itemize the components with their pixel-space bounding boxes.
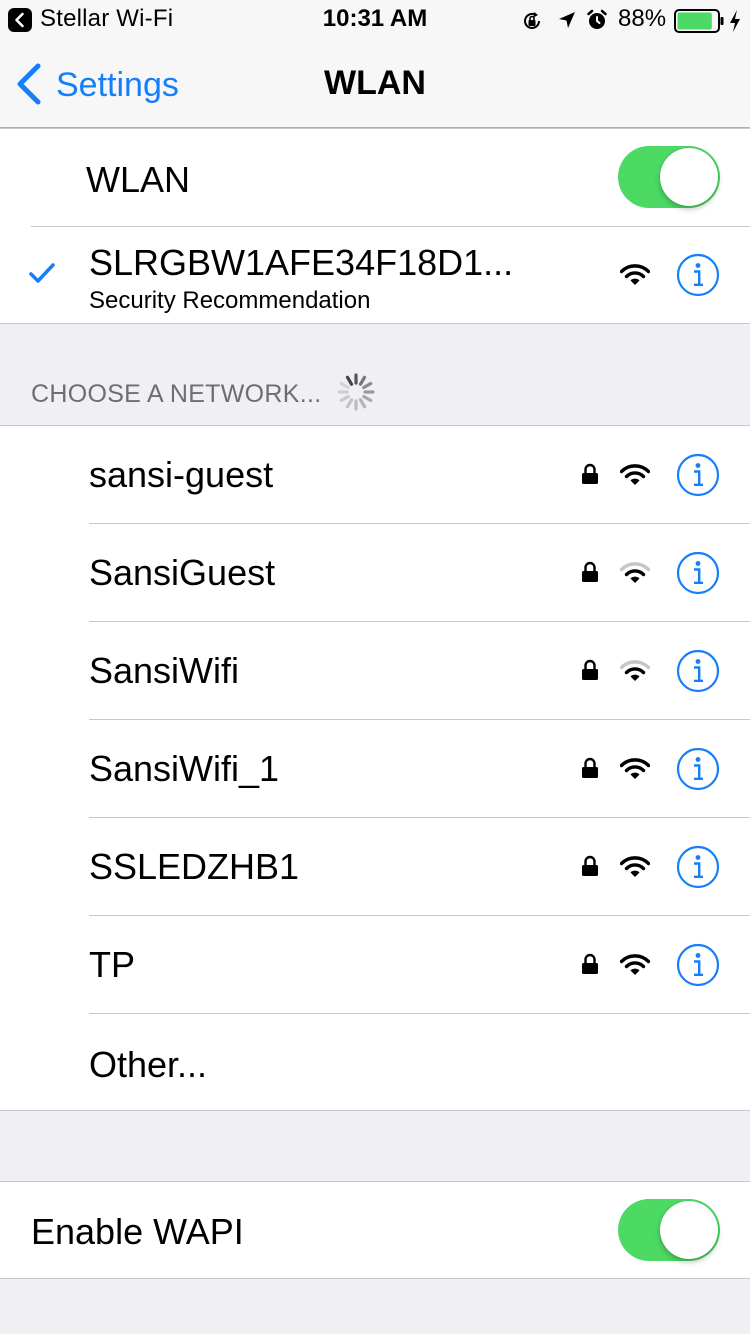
wifi-signal-icon [620, 758, 650, 779]
toggle-knob [660, 148, 718, 206]
network-list: sansi-guest SansiGuest SansiWifi SansiWifi_… [0, 425, 750, 1111]
network-row[interactable]: SansiGuest [0, 524, 750, 622]
charging-bolt-icon [730, 10, 740, 32]
network-row[interactable]: SansiWifi_1 [0, 720, 750, 818]
info-icon[interactable] [676, 453, 720, 497]
info-icon[interactable] [676, 747, 720, 791]
info-icon[interactable] [676, 253, 720, 297]
other-network-label: Other... [89, 1044, 208, 1085]
network-row[interactable]: TP [0, 916, 750, 1014]
security-recommendation-label[interactable]: Security Recommendation [89, 287, 370, 315]
choose-network-header: CHOOSE A NETWORK... [31, 380, 322, 408]
alarm-icon [587, 9, 607, 29]
network-name: sansi-guest [89, 454, 274, 495]
wlan-toggle-row: WLAN [0, 129, 750, 227]
lock-icon [582, 561, 598, 582]
network-row[interactable]: SansiWifi [0, 622, 750, 720]
wlan-toggle-switch[interactable] [618, 146, 720, 208]
lock-icon [582, 659, 598, 680]
network-name: TP [89, 944, 136, 985]
connected-network-row[interactable]: SLRGBW1AFE34F18D1... Security Recommenda… [0, 227, 750, 325]
info-icon[interactable] [676, 649, 720, 693]
info-icon[interactable] [676, 845, 720, 889]
network-name: SansiWifi [89, 650, 240, 691]
location-arrow-icon [559, 12, 575, 28]
battery-icon [674, 9, 724, 33]
wifi-signal-icon [620, 660, 650, 681]
network-name: SansiGuest [89, 552, 276, 593]
wlan-settings-group: WLAN SLRGBW1AFE34F18D1... Security Recom… [0, 128, 750, 324]
checkmark-icon [29, 263, 55, 283]
lock-icon [582, 855, 598, 876]
navigation-bar: Settings WLAN [0, 40, 750, 128]
network-row[interactable]: sansi-guest [0, 426, 750, 524]
wifi-signal-icon [620, 264, 650, 285]
wifi-signal-icon [620, 562, 650, 583]
page-title: WLAN [324, 64, 426, 102]
wifi-signal-icon [620, 464, 650, 485]
network-row[interactable]: SSLEDZHB1 [0, 818, 750, 916]
orientation-lock-icon [524, 12, 540, 29]
wapi-toggle-row: Enable WAPI [0, 1182, 750, 1280]
other-network-row[interactable]: Other... [0, 1014, 750, 1112]
loading-spinner-icon [337, 373, 375, 411]
network-name: SansiWifi_1 [89, 748, 280, 789]
info-icon[interactable] [676, 943, 720, 987]
toggle-knob [660, 1201, 718, 1259]
wapi-settings-group: Enable WAPI [0, 1181, 750, 1279]
wapi-toggle-switch[interactable] [618, 1199, 720, 1261]
connected-network-name: SLRGBW1AFE34F18D1... [89, 242, 514, 283]
wifi-signal-icon [620, 954, 650, 975]
lock-icon [582, 463, 598, 484]
status-bar: Stellar Wi-Fi 10:31 AM 88% [0, 0, 750, 40]
network-name: SSLEDZHB1 [89, 846, 300, 887]
lock-icon [582, 757, 598, 778]
battery-percentage: 88% [618, 5, 667, 32]
wlan-label: WLAN [86, 159, 191, 200]
wifi-signal-icon [620, 856, 650, 877]
info-icon[interactable] [676, 551, 720, 595]
lock-icon [582, 953, 598, 974]
wapi-label: Enable WAPI [31, 1211, 244, 1252]
